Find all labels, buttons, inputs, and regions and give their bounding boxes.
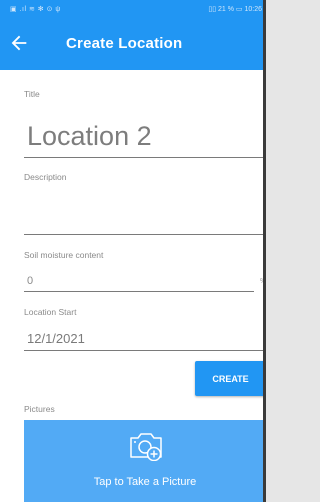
description-underline bbox=[24, 234, 266, 235]
screen-edge bbox=[263, 0, 266, 502]
app-bar: Create Location bbox=[0, 18, 266, 70]
title-underline bbox=[24, 157, 266, 158]
status-battery-time: ▯▯ 21 % ▭ 10:26 bbox=[208, 6, 262, 13]
title-label: Title bbox=[24, 89, 40, 99]
location-start-value[interactable]: 12/1/2021 bbox=[27, 331, 85, 346]
title-input-value[interactable]: Location 2 bbox=[27, 121, 152, 152]
arrow-left-icon[interactable] bbox=[8, 32, 30, 54]
soil-moisture-input-value[interactable]: 0 bbox=[27, 275, 33, 287]
add-camera-icon bbox=[130, 433, 162, 461]
create-button[interactable]: CREATE bbox=[195, 361, 266, 396]
page-title: Create Location bbox=[66, 35, 183, 52]
take-picture-label: Tap to Take a Picture bbox=[93, 476, 197, 488]
status-bar: ▣ .ıl ≋ ✻ ⊙ ψ ▯▯ 21 % ▭ 10:26 bbox=[0, 0, 266, 18]
location-start-label: Location Start bbox=[24, 307, 77, 317]
soil-moisture-underline bbox=[24, 291, 254, 292]
location-start-underline bbox=[24, 350, 266, 351]
screen: ▣ .ıl ≋ ✻ ⊙ ψ ▯▯ 21 % ▭ 10:26 Create Loc… bbox=[0, 0, 266, 502]
pictures-label: Pictures bbox=[24, 404, 55, 414]
take-picture-button[interactable]: Tap to Take a Picture bbox=[24, 420, 266, 502]
soil-moisture-label: Soil moisture content bbox=[24, 250, 104, 260]
description-label: Description bbox=[24, 172, 67, 182]
status-icons: ▣ .ıl ≋ ✻ ⊙ ψ bbox=[10, 6, 61, 13]
